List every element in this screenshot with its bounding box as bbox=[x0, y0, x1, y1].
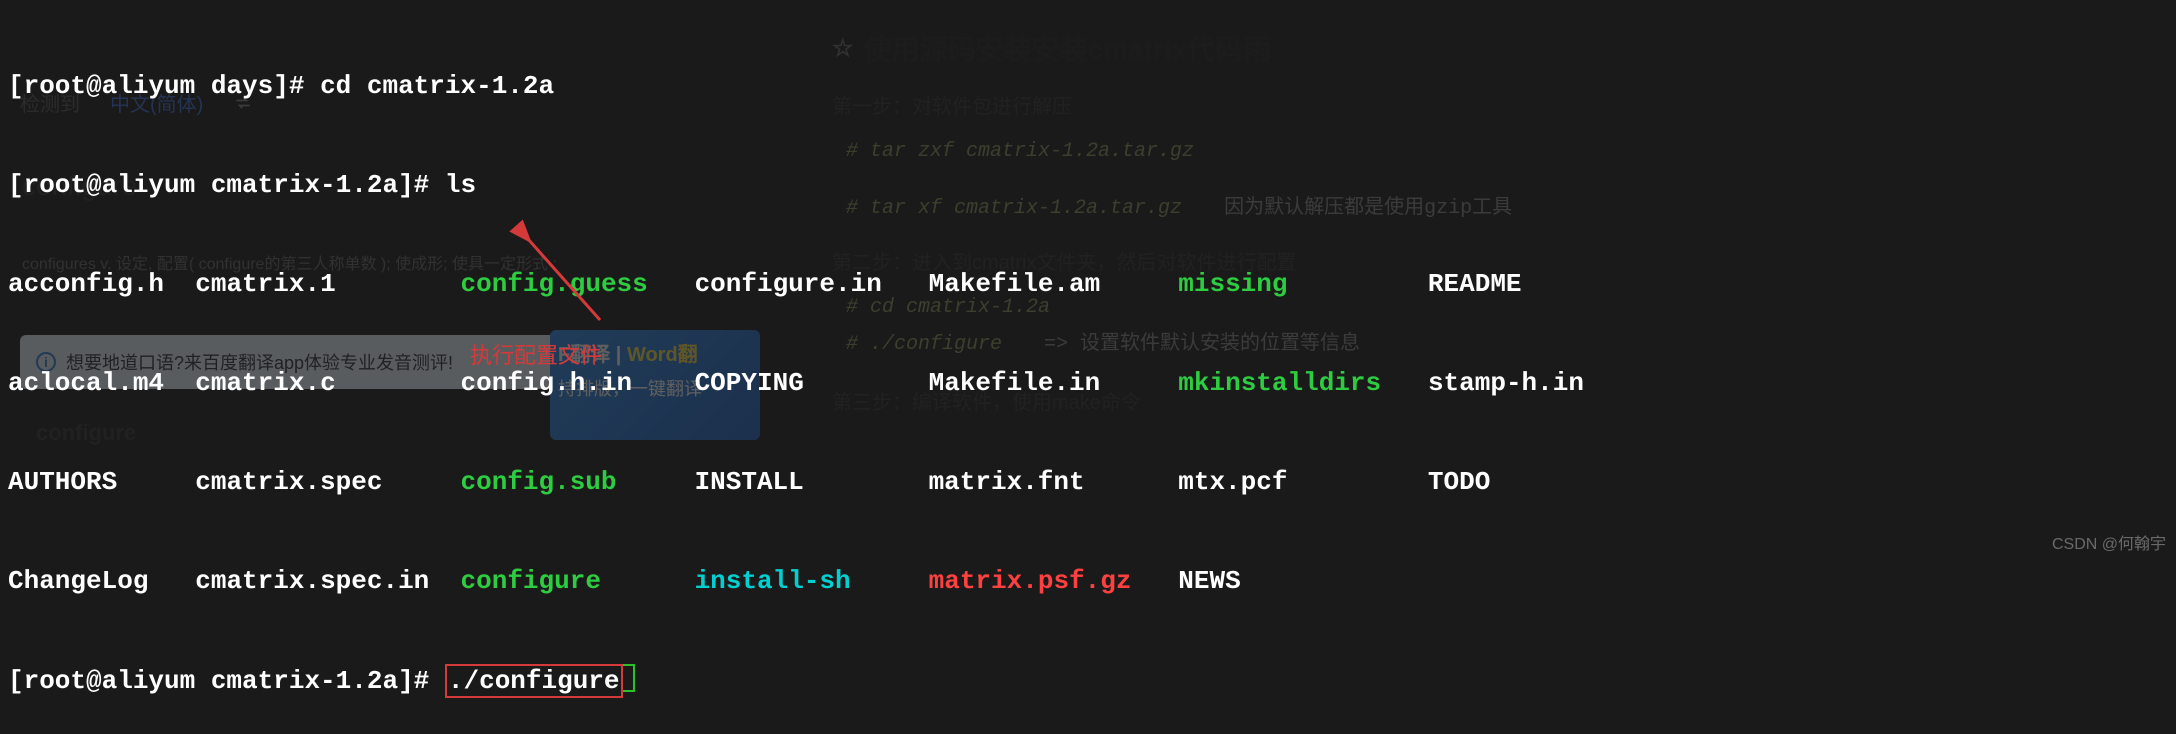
ls-cell: Makefile.in bbox=[929, 368, 1101, 398]
terminal-line-2: [root@aliyum cmatrix-1.2a]# ls bbox=[8, 169, 2168, 202]
terminal-line-1: [root@aliyum days]# cd cmatrix-1.2a bbox=[8, 70, 2168, 103]
typed-command: ./configure bbox=[445, 664, 623, 698]
ls-cell: INSTALL bbox=[695, 467, 804, 497]
ls-cell: README bbox=[1428, 269, 1522, 299]
ls-cell: Makefile.am bbox=[929, 269, 1101, 299]
terminal[interactable]: [root@aliyum days]# cd cmatrix-1.2a [roo… bbox=[0, 0, 2176, 734]
ls-cell: install-sh bbox=[695, 566, 851, 596]
ls-cell: matrix.psf.gz bbox=[929, 566, 1132, 596]
ls-cell: mtx.pcf bbox=[1178, 467, 1287, 497]
terminal-line-7: [root@aliyum cmatrix-1.2a]# ./configure bbox=[8, 664, 2168, 698]
ls-cell: AUTHORS bbox=[8, 467, 117, 497]
ls-cell: cmatrix.spec bbox=[195, 467, 382, 497]
prompt1: [root@aliyum days]# bbox=[8, 71, 304, 101]
annotation-arrow-icon bbox=[510, 220, 630, 348]
ls-cell: stamp-h.in bbox=[1428, 368, 1584, 398]
ls-cell: cmatrix.spec.in bbox=[195, 566, 429, 596]
ls-cell: NEWS bbox=[1178, 566, 1240, 596]
watermark: CSDN @何翰宇 bbox=[2052, 530, 2166, 554]
ls-cell: cmatrix.1 bbox=[195, 269, 335, 299]
ls-row-3: ChangeLog cmatrix.spec.in configure inst… bbox=[8, 565, 2168, 598]
ls-row-2: AUTHORS cmatrix.spec config.sub INSTALL … bbox=[8, 466, 2168, 499]
ls-cell: configure bbox=[461, 566, 601, 596]
cmd3: ./configure bbox=[448, 666, 620, 696]
cmd1: cd cmatrix-1.2a bbox=[320, 71, 554, 101]
ls-cell: mkinstalldirs bbox=[1178, 368, 1381, 398]
annotation-label: 执行配置文件 bbox=[470, 338, 602, 370]
ls-cell: configure.in bbox=[695, 269, 882, 299]
ls-row-0: acconfig.h cmatrix.1 config.guess config… bbox=[8, 268, 2168, 301]
ls-cell: TODO bbox=[1428, 467, 1490, 497]
cmd2: ls bbox=[445, 170, 476, 200]
ls-cell: config.h.in bbox=[461, 368, 633, 398]
prompt3: [root@aliyum cmatrix-1.2a]# bbox=[8, 666, 429, 696]
ls-cell: aclocal.m4 bbox=[8, 368, 164, 398]
ls-row-1: aclocal.m4 cmatrix.c config.h.in COPYING… bbox=[8, 367, 2168, 400]
ls-cell: ChangeLog bbox=[8, 566, 148, 596]
ls-cell: matrix.fnt bbox=[929, 467, 1085, 497]
ls-cell: config.sub bbox=[460, 467, 616, 497]
ls-cell: cmatrix.c bbox=[195, 368, 335, 398]
prompt2: [root@aliyum cmatrix-1.2a]# bbox=[8, 170, 429, 200]
ls-cell: COPYING bbox=[695, 368, 804, 398]
ls-cell: missing bbox=[1178, 269, 1287, 299]
ls-cell: acconfig.h bbox=[8, 269, 164, 299]
